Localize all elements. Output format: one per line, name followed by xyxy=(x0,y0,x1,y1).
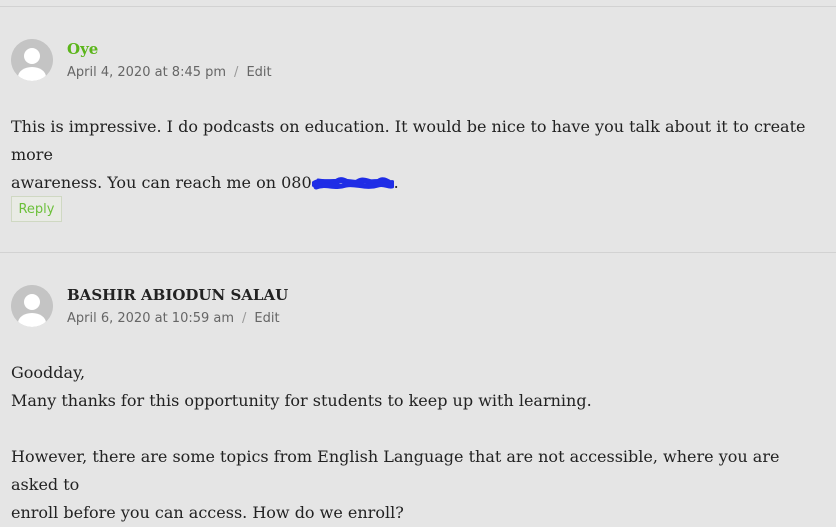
edit-link[interactable]: Edit xyxy=(254,311,279,326)
meta-separator: / xyxy=(234,65,239,80)
comment-meta: April 4, 2020 at 8:45 pm / Edit xyxy=(67,64,272,82)
body-line: enroll before you can access. How do we … xyxy=(11,503,404,522)
default-avatar-icon xyxy=(11,285,53,327)
comment-author: BASHIR ABIODUN SALAU xyxy=(67,286,289,304)
body-line: Goodday, xyxy=(11,363,86,382)
avatar xyxy=(11,39,53,81)
body-line: awareness. You can reach me on 080 xyxy=(11,173,312,192)
comment-date[interactable]: April 4, 2020 at 8:45 pm xyxy=(67,65,226,80)
body-line: Many thanks for this opportunity for stu… xyxy=(11,391,592,410)
redaction-scribble-icon xyxy=(311,177,394,190)
body-line: However, there are some topics from Engl… xyxy=(11,447,780,494)
comment-divider xyxy=(0,252,836,253)
comment-body: However, there are some topics from Engl… xyxy=(11,443,826,527)
comment-meta: April 6, 2020 at 10:59 am / Edit xyxy=(67,310,280,328)
body-line: This is impressive. I do podcasts on edu… xyxy=(11,117,806,164)
comment-date[interactable]: April 6, 2020 at 10:59 am xyxy=(67,311,234,326)
comment-author[interactable]: Oye xyxy=(67,39,98,59)
avatar xyxy=(11,285,53,327)
reply-button[interactable]: Reply xyxy=(11,196,62,222)
default-avatar-icon xyxy=(11,39,53,81)
body-line-end: . xyxy=(393,173,399,192)
meta-separator: / xyxy=(242,311,247,326)
comment-body: This is impressive. I do podcasts on edu… xyxy=(11,113,826,197)
comment-body: Goodday, Many thanks for this opportunit… xyxy=(11,359,826,415)
edit-link[interactable]: Edit xyxy=(246,65,271,80)
top-divider xyxy=(0,6,836,7)
